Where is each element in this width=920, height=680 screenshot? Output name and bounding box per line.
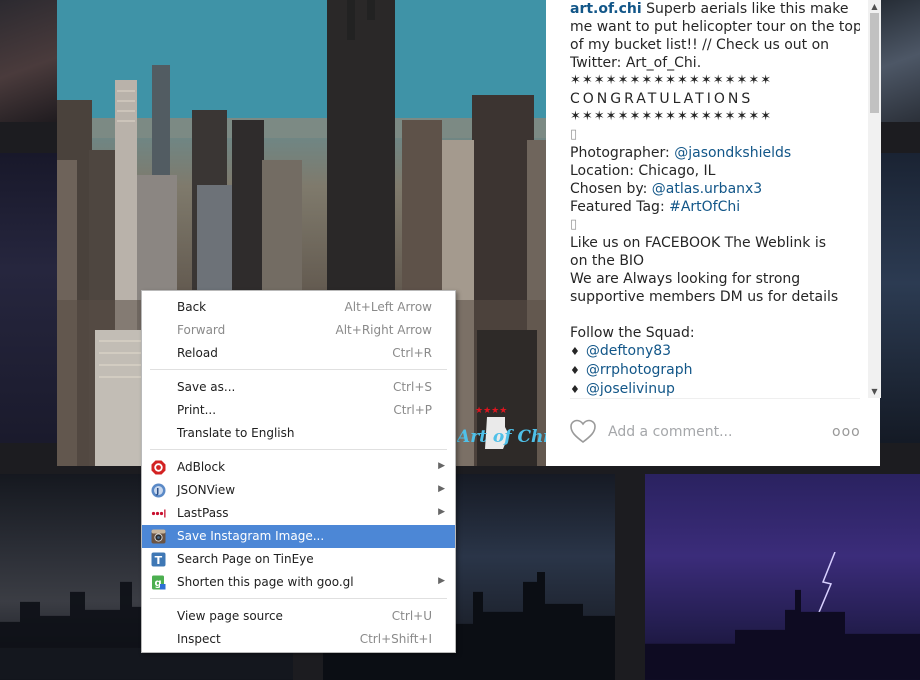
menu-item-view-source[interactable]: View page source Ctrl+U: [142, 605, 455, 628]
svg-text:T: T: [155, 554, 163, 567]
photographer-label: Photographer:: [570, 145, 675, 161]
menu-item-label: Reload: [177, 346, 218, 360]
menu-item-search-tineye[interactable]: T Search Page on TinEye: [142, 548, 455, 571]
svg-text:J: J: [155, 487, 159, 496]
menu-item-adblock[interactable]: AdBlock ▶: [142, 456, 455, 479]
googl-shortener-icon: g: [152, 575, 166, 590]
menu-item-inspect[interactable]: Inspect Ctrl+Shift+I: [142, 628, 455, 651]
menu-item-shortcut: Alt+Right Arrow: [335, 323, 432, 337]
facebook-line: on the BIO: [570, 253, 645, 269]
diamond-bullet-icon: ♦: [570, 383, 580, 396]
watermark-text: Art of Chi: [457, 427, 546, 447]
adblock-icon: [151, 460, 166, 475]
menu-item-shortcut: Ctrl+P: [393, 403, 432, 417]
menu-item-forward: Forward Alt+Right Arrow: [142, 319, 455, 342]
thumbnail-top-left[interactable]: [0, 0, 57, 122]
thumbnail-mid-right[interactable]: [880, 153, 920, 443]
menu-item-shortcut: Ctrl+Shift+I: [359, 632, 432, 646]
context-menu: Back Alt+Left Arrow Forward Alt+Right Ar…: [141, 290, 456, 653]
squad-label: Follow the Squad:: [570, 325, 695, 341]
caption-area: art.of.chi Superb aerials like this make…: [570, 0, 860, 398]
squad-link[interactable]: @rrphotograph: [586, 362, 693, 378]
menu-item-shortcut: Ctrl+U: [391, 609, 432, 623]
tag-label: Featured Tag:: [570, 199, 670, 215]
more-options-button[interactable]: ooo: [832, 424, 861, 440]
menu-item-label: LastPass: [177, 506, 229, 520]
caption-line: Superb aerials like this make: [641, 1, 849, 17]
menu-item-label: Save Instagram Image...: [177, 529, 325, 543]
diamond-bullet-icon: ♦: [570, 364, 580, 377]
menu-item-shorten-googl[interactable]: g Shorten this page with goo.gl ▶: [142, 571, 455, 594]
menu-item-label: View page source: [177, 609, 283, 623]
menu-separator: [150, 369, 447, 370]
thumbnail-top-right[interactable]: [880, 0, 920, 122]
menu-item-label: JSONView: [177, 483, 236, 497]
diamond-bullet-icon: ♦: [570, 345, 580, 358]
menu-item-print[interactable]: Print... Ctrl+P: [142, 399, 455, 422]
menu-separator: [150, 598, 447, 599]
squad-link[interactable]: @joselivinup: [586, 381, 675, 397]
menu-item-jsonview[interactable]: J JSONView ▶: [142, 479, 455, 502]
recruit-line: supportive members DM us for details: [570, 289, 839, 305]
menu-item-label: Forward: [177, 323, 226, 337]
menu-item-save-as[interactable]: Save as... Ctrl+S: [142, 376, 455, 399]
squad-link[interactable]: @deftony83: [586, 343, 671, 359]
menu-item-label: Back: [177, 300, 207, 314]
scroll-down-arrow-icon[interactable]: ▼: [868, 385, 881, 398]
tineye-icon: T: [151, 552, 166, 567]
congratulations-text: CONGRATULATIONS: [570, 91, 754, 107]
caption-line: of my bucket list!! // Check us out on: [570, 37, 830, 53]
menu-item-reload[interactable]: Reload Ctrl+R: [142, 342, 455, 365]
menu-item-label: Shorten this page with goo.gl: [177, 575, 354, 589]
chosen-by-link[interactable]: @atlas.urbanx3: [652, 181, 762, 197]
recruit-line: We are Always looking for strong: [570, 271, 801, 287]
submenu-arrow-icon: ▶: [438, 507, 445, 517]
facebook-line: Like us on FACEBOOK The Weblink is: [570, 235, 827, 251]
heart-like-icon[interactable]: [569, 418, 597, 444]
menu-item-label: Save as...: [177, 380, 236, 394]
caption-line: me want to put helicopter tour on the to…: [570, 19, 860, 35]
menu-item-label: Translate to English: [177, 426, 295, 440]
svg-text:★★★★: ★★★★: [475, 406, 507, 416]
instagram-camera-icon: [151, 529, 166, 544]
jsonview-icon: J: [151, 483, 166, 498]
menu-item-translate[interactable]: Translate to English: [142, 422, 455, 445]
stars-divider: ✶✶✶✶✶✶✶✶✶✶✶✶✶✶✶✶✶: [570, 73, 773, 88]
menu-item-shortcut: Alt+Left Arrow: [344, 300, 432, 314]
menu-separator: [150, 449, 447, 450]
featured-tag-link[interactable]: #ArtOfChi: [669, 199, 740, 215]
menu-item-shortcut: Ctrl+R: [392, 346, 432, 360]
scroll-up-arrow-icon[interactable]: ▲: [868, 0, 881, 13]
menu-item-shortcut: Ctrl+S: [392, 380, 432, 394]
owner-username-link[interactable]: art.of.chi: [570, 1, 642, 17]
menu-item-back[interactable]: Back Alt+Left Arrow: [142, 296, 455, 319]
submenu-arrow-icon: ▶: [438, 461, 445, 471]
location-text: Location: Chicago, IL: [570, 163, 716, 179]
lastpass-icon: [151, 509, 166, 518]
placeholder-glyph: ▯: [570, 217, 578, 232]
menu-item-label: Search Page on TinEye: [177, 552, 314, 566]
thumbnail-bottom-right[interactable]: [645, 474, 920, 680]
menu-item-save-instagram-image[interactable]: Save Instagram Image...: [142, 525, 455, 548]
comment-divider: [570, 398, 860, 399]
post-side-panel: art.of.chi Superb aerials like this make…: [546, 0, 881, 466]
menu-item-label: Inspect: [177, 632, 221, 646]
menu-item-label: AdBlock: [177, 460, 226, 474]
thumbnail-mid-left[interactable]: [0, 153, 57, 443]
add-comment-input[interactable]: [608, 422, 788, 442]
submenu-arrow-icon: ▶: [438, 576, 445, 586]
submenu-arrow-icon: ▶: [438, 484, 445, 494]
caption-line: Twitter: Art_of_Chi.: [570, 55, 702, 71]
scrollbar-thumb[interactable]: [870, 13, 879, 113]
placeholder-glyph: ▯: [570, 127, 578, 142]
menu-item-label: Print...: [177, 403, 217, 417]
stars-divider: ✶✶✶✶✶✶✶✶✶✶✶✶✶✶✶✶✶: [570, 109, 773, 124]
menu-item-lastpass[interactable]: LastPass ▶: [142, 502, 455, 525]
chosen-label: Chosen by:: [570, 181, 652, 197]
art-of-chi-watermark: ★★★★ Art of Chi: [457, 405, 546, 455]
caption-scrollbar[interactable]: ▲ ▼: [868, 0, 881, 398]
photographer-link[interactable]: @jasondkshields: [674, 145, 791, 161]
